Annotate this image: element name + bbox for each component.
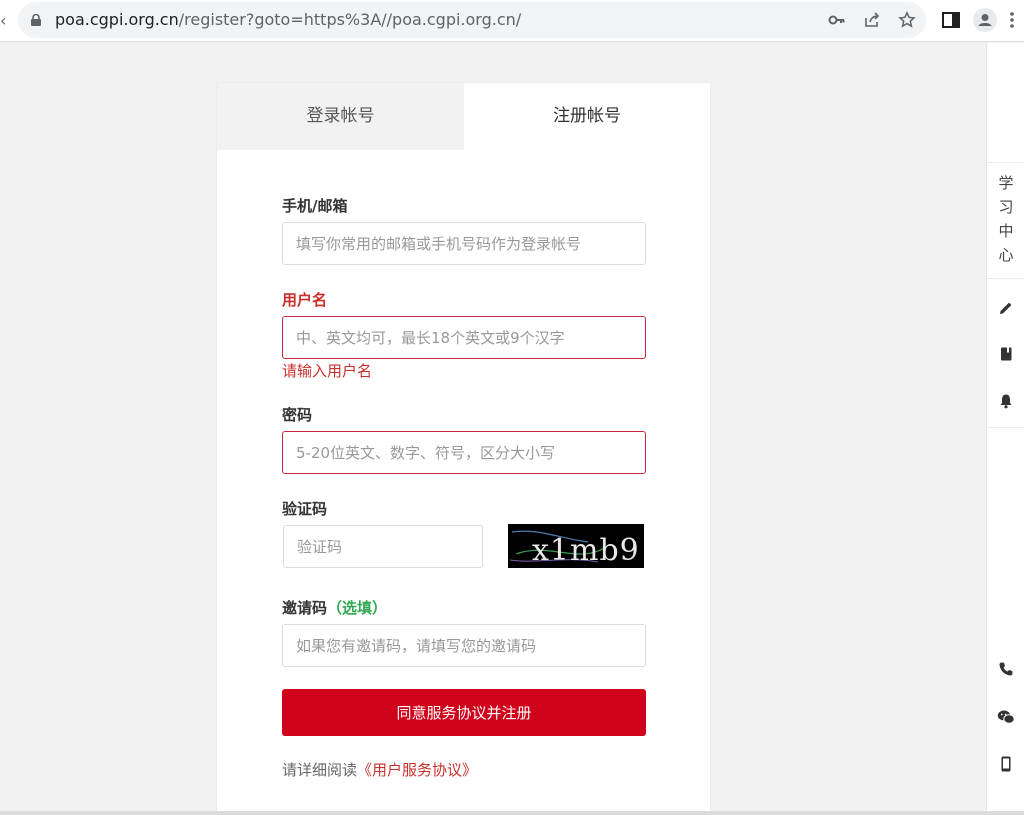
mobile-icon[interactable] xyxy=(998,756,1014,772)
username-input[interactable] xyxy=(282,316,646,359)
pencil-icon[interactable] xyxy=(998,300,1014,316)
invite-optional-tag: （选填） xyxy=(327,599,388,617)
page-body: 登录帐号 注册帐号 手机/邮箱 用户名 请输入用户名 密码 验证码 x1mb9 … xyxy=(0,43,986,815)
side-panel-icon[interactable] xyxy=(940,9,962,31)
invite-input[interactable] xyxy=(282,624,646,667)
contact-label: 手机/邮箱 xyxy=(282,197,348,215)
tab-register[interactable]: 注册帐号 xyxy=(464,83,710,150)
invite-label-text: 邀请码 xyxy=(282,599,328,617)
url-text[interactable]: poa.cgpi.org.cn/register?goto=https%3A//… xyxy=(55,10,521,29)
lock-icon[interactable] xyxy=(31,14,41,26)
contact-input[interactable] xyxy=(282,222,646,265)
phone-icon[interactable] xyxy=(998,661,1014,677)
agreement-prefix: 请详细阅读 xyxy=(282,761,358,779)
agreement-note: 请详细阅读《用户服务协议》 xyxy=(282,759,477,780)
auth-tabs: 登录帐号 注册帐号 xyxy=(217,83,710,150)
password-label: 密码 xyxy=(282,406,313,424)
more-menu-icon[interactable] xyxy=(1010,10,1014,30)
side-divider xyxy=(987,278,1024,279)
bell-icon[interactable] xyxy=(998,393,1014,409)
url-host: poa.cgpi.org.cn xyxy=(55,10,179,29)
service-agreement-link[interactable]: 《用户服务协议》 xyxy=(357,761,477,779)
username-label: 用户名 xyxy=(282,291,328,309)
side-divider xyxy=(987,427,1024,428)
register-card: 登录帐号 注册帐号 手机/邮箱 用户名 请输入用户名 密码 验证码 x1mb9 … xyxy=(216,82,711,815)
side-divider xyxy=(987,162,1024,163)
captcha-text: x1mb9 xyxy=(532,533,640,568)
register-submit-button[interactable]: 同意服务协议并注册 xyxy=(282,689,646,736)
profile-avatar[interactable] xyxy=(973,8,997,32)
study-center-label: 学习中心 xyxy=(998,174,1014,264)
captcha-input[interactable] xyxy=(283,525,483,568)
password-input[interactable] xyxy=(282,431,646,474)
back-edge-icon[interactable]: ‹ xyxy=(0,11,6,30)
url-path: /register?goto=https%3A//poa.cgpi.org.cn… xyxy=(178,10,522,29)
address-bar[interactable]: poa.cgpi.org.cn/register?goto=https%3A//… xyxy=(18,2,926,38)
invite-label: 邀请码（选填） xyxy=(282,597,387,618)
tab-login[interactable]: 登录帐号 xyxy=(217,83,464,150)
captcha-graphic: x1mb9 xyxy=(509,530,640,568)
captcha-label: 验证码 xyxy=(282,500,328,518)
browser-toolbar: ‹ poa.cgpi.org.cn/register?goto=https%3A… xyxy=(0,0,1024,42)
person-icon xyxy=(978,14,992,26)
share-icon[interactable] xyxy=(863,11,881,29)
captcha-image[interactable]: x1mb9 xyxy=(508,524,644,568)
study-center-link[interactable]: 学习中心 xyxy=(987,171,1024,267)
key-icon[interactable] xyxy=(828,11,846,29)
wechat-icon[interactable] xyxy=(997,709,1015,725)
bottom-scroll-edge xyxy=(0,811,1024,815)
right-side-panel: 学习中心 xyxy=(986,43,1024,815)
star-icon[interactable] xyxy=(898,11,916,29)
book-icon[interactable] xyxy=(998,346,1014,362)
username-error-message: 请输入用户名 xyxy=(282,362,373,380)
